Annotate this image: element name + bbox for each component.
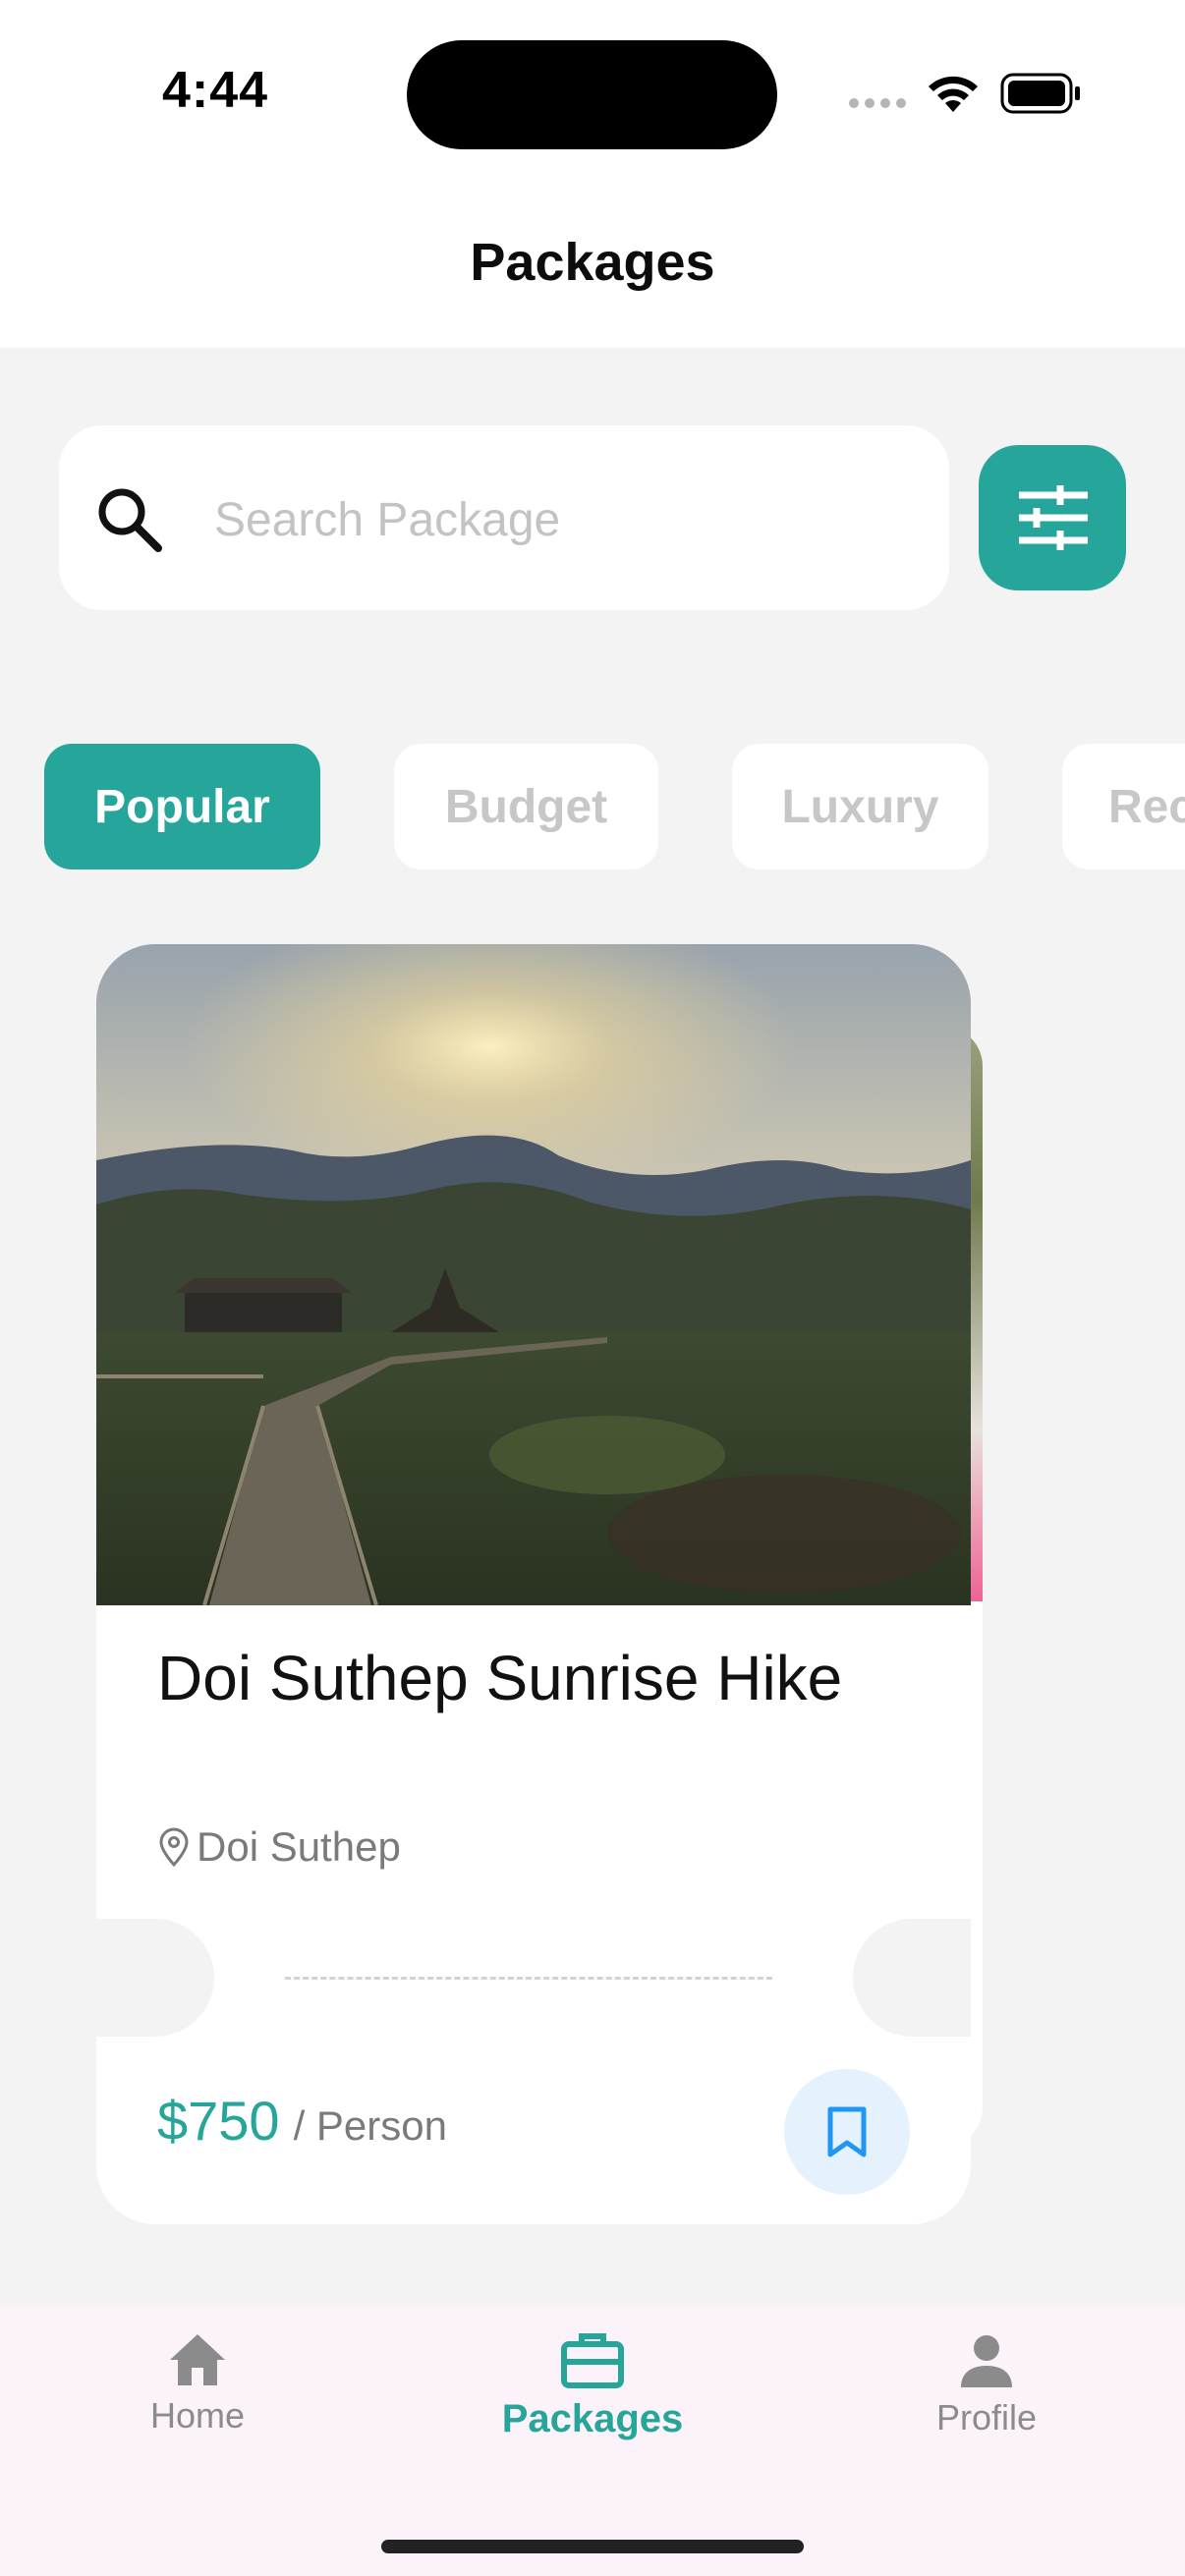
home-indicator <box>381 2540 804 2553</box>
status-time: 4:44 <box>162 62 269 119</box>
nav-profile-label: Profile <box>935 2397 1038 2437</box>
search-input[interactable] <box>212 479 904 560</box>
price-row: $750 / Person <box>157 2089 447 2153</box>
bookmark-button[interactable] <box>784 2069 910 2195</box>
chip-recommended[interactable]: Rec <box>1062 744 1185 869</box>
price-unit: / Person <box>293 2102 447 2149</box>
dynamic-island <box>407 40 777 149</box>
ticket-notch-left <box>96 1919 214 2037</box>
ticket-divider <box>285 1977 772 1980</box>
battery-icon <box>1000 73 1080 114</box>
filter-button[interactable] <box>979 445 1126 590</box>
package-photo <box>96 944 971 1605</box>
nav-home[interactable]: Home <box>50 2330 345 2436</box>
package-location-label: Doi Suthep <box>197 1823 401 1870</box>
cellular-signal-icon <box>849 98 906 108</box>
wifi-icon <box>929 76 978 112</box>
chip-popular[interactable]: Popular <box>44 744 320 869</box>
person-icon <box>961 2335 1012 2387</box>
search-icon <box>98 488 162 552</box>
briefcase-icon <box>561 2333 624 2388</box>
nav-packages[interactable]: Packages <box>445 2330 740 2441</box>
page-title: Packages <box>470 233 715 292</box>
location-pin-icon <box>159 1827 189 1867</box>
package-price: $750 <box>157 2090 280 2152</box>
chip-luxury[interactable]: Luxury <box>732 744 988 869</box>
package-location: Doi Suthep <box>157 1823 401 1871</box>
package-card[interactable]: Doi Suthep Sunrise Hike Doi Suthep $750 … <box>96 944 971 2224</box>
nav-home-label: Home <box>149 2395 246 2436</box>
chip-budget[interactable]: Budget <box>394 744 658 869</box>
package-title: Doi Suthep Sunrise Hike <box>157 1643 843 1713</box>
nav-profile[interactable]: Profile <box>839 2330 1134 2438</box>
ticket-notch-right <box>853 1919 971 2037</box>
home-icon <box>170 2334 225 2385</box>
nav-packages-label: Packages <box>501 2397 684 2440</box>
bookmark-icon <box>827 2106 867 2157</box>
filter-sliders-icon <box>1019 485 1088 550</box>
